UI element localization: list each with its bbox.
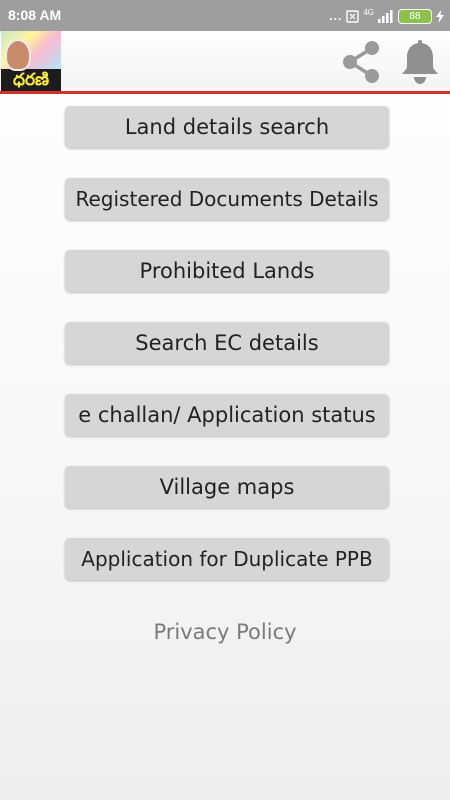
main-menu: Land details search Registered Documents… [65, 106, 389, 610]
prohibited-lands-button[interactable]: Prohibited Lands [65, 250, 389, 292]
sim-icon [346, 9, 360, 23]
duplicate-ppb-button[interactable]: Application for Duplicate PPB [65, 538, 389, 580]
search-ec-details-button[interactable]: Search EC details [65, 322, 389, 364]
signal-icon [378, 9, 393, 23]
village-maps-button[interactable]: Village maps [65, 466, 389, 508]
registered-documents-button[interactable]: Registered Documents Details [65, 178, 389, 220]
share-icon[interactable] [338, 39, 384, 85]
status-icons: ... 4G 88 [329, 7, 444, 25]
logo-text: ధరణి [12, 70, 50, 90]
app-bar: ధరణి [0, 31, 450, 94]
bell-icon[interactable] [398, 39, 442, 85]
status-time: 8:08 AM [8, 7, 62, 23]
logo-portrait [5, 39, 31, 71]
status-bar: 8:08 AM ... 4G 88 [0, 0, 450, 31]
battery-indicator: 88 [398, 8, 432, 24]
land-details-search-button[interactable]: Land details search [65, 106, 389, 148]
network-type: 4G [363, 7, 374, 17]
charging-icon [436, 9, 444, 23]
notification-dots: ... [329, 9, 343, 23]
privacy-policy-link[interactable]: Privacy Policy [0, 620, 450, 644]
echallan-application-status-button[interactable]: e challan/ Application status [65, 394, 389, 436]
app-logo: ధరణి [1, 31, 61, 91]
